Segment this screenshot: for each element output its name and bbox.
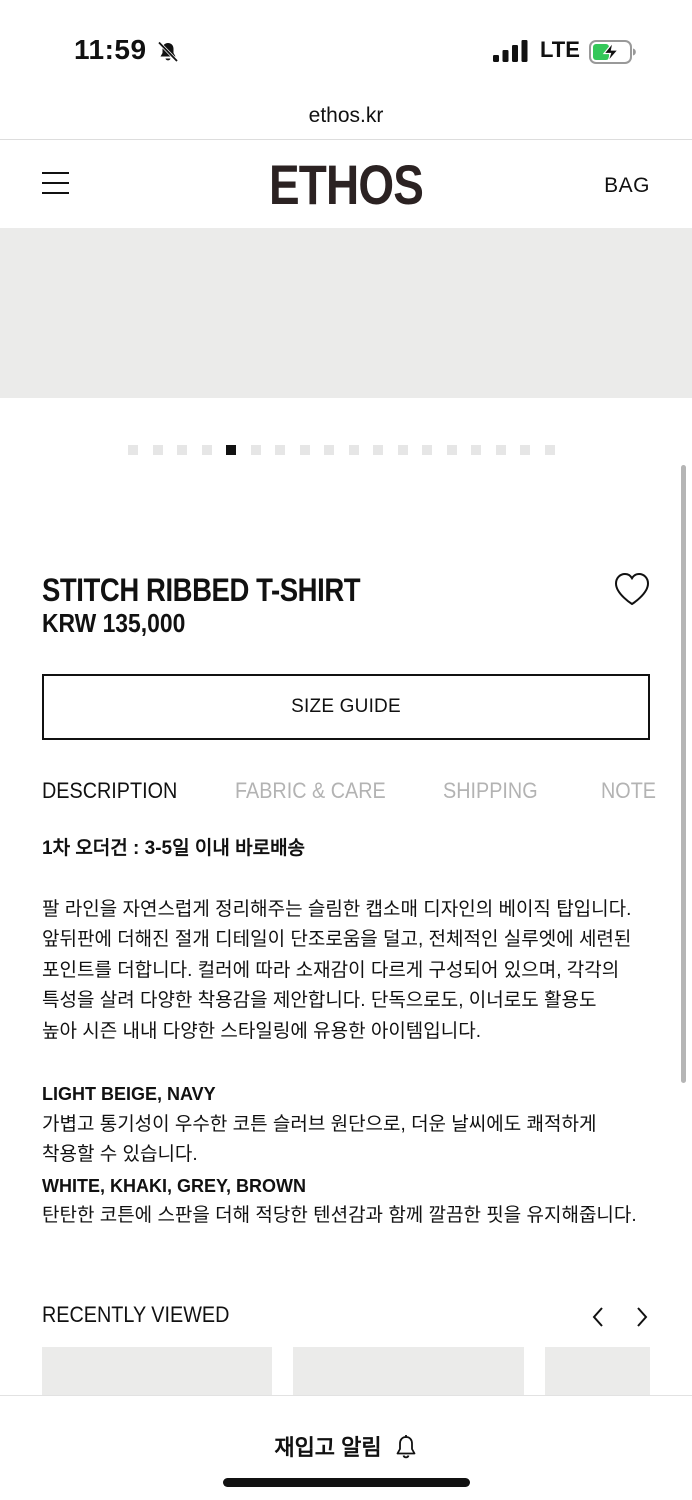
recently-viewed-title: RECENTLY VIEWED xyxy=(42,1302,230,1327)
carousel-dot[interactable] xyxy=(226,445,236,455)
tab-fabric-care[interactable]: FABRIC & CARE xyxy=(235,778,386,804)
bell-slash-icon xyxy=(157,41,179,63)
carousel-dot[interactable] xyxy=(446,445,457,455)
description-line: 특성을 살려 다양한 착용감을 제안합니다. 단독으로도, 이너로도 활용도 xyxy=(42,990,597,1011)
restock-alert-button[interactable]: 재입고 알림 xyxy=(0,1430,692,1462)
product-name: STITCH RIBBED T-SHIRT xyxy=(42,572,361,608)
carousel-dot[interactable] xyxy=(275,445,285,455)
tab-description[interactable]: DESCRIPTION xyxy=(42,778,177,804)
carousel-dot[interactable] xyxy=(471,445,481,455)
battery-charging-icon xyxy=(589,40,636,64)
carousel-dot[interactable] xyxy=(250,445,261,455)
scrollbar[interactable] xyxy=(681,465,686,1083)
carousel-dot[interactable] xyxy=(422,445,432,455)
bell-icon xyxy=(396,1435,416,1459)
bottom-action-bar: 재입고 알림 xyxy=(0,1395,692,1500)
product-tabs: DESCRIPTION FABRIC & CARE SHIPPING NOTE xyxy=(42,778,656,808)
bag-link[interactable]: BAG xyxy=(604,174,650,198)
recently-viewed-item[interactable] xyxy=(42,1347,272,1395)
size-guide-button[interactable]: SIZE GUIDE xyxy=(42,674,650,740)
carousel-dot[interactable] xyxy=(495,445,506,455)
description-line: 포인트를 더합니다. 컬러에 따라 소재감이 다르게 구성되어 있으며, 각각의 xyxy=(42,959,620,981)
tab-note[interactable]: NOTE xyxy=(601,778,656,804)
product-image[interactable] xyxy=(0,228,692,398)
browser-url[interactable]: ethos.kr xyxy=(0,98,692,140)
restock-label: 재입고 알림 xyxy=(274,1435,382,1460)
color-group-title: LIGHT BEIGE, NAVY xyxy=(42,1084,216,1104)
status-time: 11:59 xyxy=(74,34,147,65)
carousel-dot[interactable] xyxy=(397,445,408,455)
color-group-line: 가볍고 통기성이 우수한 코튼 슬러브 원단으로, 더운 날씨에도 쾌적하게 xyxy=(42,1113,597,1135)
status-bar: 11:59 LTE xyxy=(0,0,692,100)
carousel-dot[interactable] xyxy=(544,445,555,455)
signal-icon xyxy=(493,40,528,62)
chevron-left-icon[interactable] xyxy=(588,1304,608,1330)
carousel-dot[interactable] xyxy=(373,445,383,455)
description-line: 팔 라인을 자연스럽게 정리해주는 슬림한 캡소매 디자인의 베이직 탑입니다. xyxy=(42,898,632,920)
carousel-dot[interactable] xyxy=(128,445,138,455)
color-group-line: 착용할 수 있습니다. xyxy=(42,1144,198,1165)
recently-viewed-item[interactable] xyxy=(293,1347,524,1395)
home-indicator xyxy=(223,1478,470,1487)
description-content: 1차 오더건 : 3-5일 이내 바로배송 팔 라인을 자연스럽게 정리해주는 … xyxy=(42,834,662,1232)
description-line: 높아 시즌 내내 다양한 스타일링에 유용한 아이템입니다. xyxy=(42,1020,481,1042)
network-type: LTE xyxy=(540,37,580,62)
tab-shipping[interactable]: SHIPPING xyxy=(443,778,538,804)
carousel-dot[interactable] xyxy=(324,445,334,455)
product-price: KRW 135,000 xyxy=(42,608,186,638)
carousel-dot[interactable] xyxy=(520,445,530,455)
color-group-line: 탄탄한 코튼에 스판을 더해 적당한 텐션감과 함께 깔끔한 핏을 유지해줍니다… xyxy=(42,1205,637,1226)
color-group-title: WHITE, KHAKI, GREY, BROWN xyxy=(42,1175,306,1196)
recently-viewed-item[interactable] xyxy=(545,1347,650,1395)
carousel-dot[interactable] xyxy=(152,445,163,455)
carousel-pagination xyxy=(128,445,555,455)
description-line: 앞뒤판에 더해진 절개 디테일이 단조로움을 덜고, 전체적인 실루엣에 세련된 xyxy=(42,929,632,950)
carousel-dot[interactable] xyxy=(201,445,212,455)
site-header: ETHOS BAG xyxy=(0,140,692,228)
shipping-notice: 1차 오더건 : 3-5일 이내 바로배송 xyxy=(42,838,306,859)
carousel-dot[interactable] xyxy=(299,445,310,455)
site-logo[interactable]: ETHOS xyxy=(62,152,629,217)
heart-icon[interactable] xyxy=(613,571,651,607)
carousel-dot[interactable] xyxy=(177,445,187,455)
chevron-right-icon[interactable] xyxy=(632,1304,652,1330)
carousel-dot[interactable] xyxy=(348,445,359,455)
